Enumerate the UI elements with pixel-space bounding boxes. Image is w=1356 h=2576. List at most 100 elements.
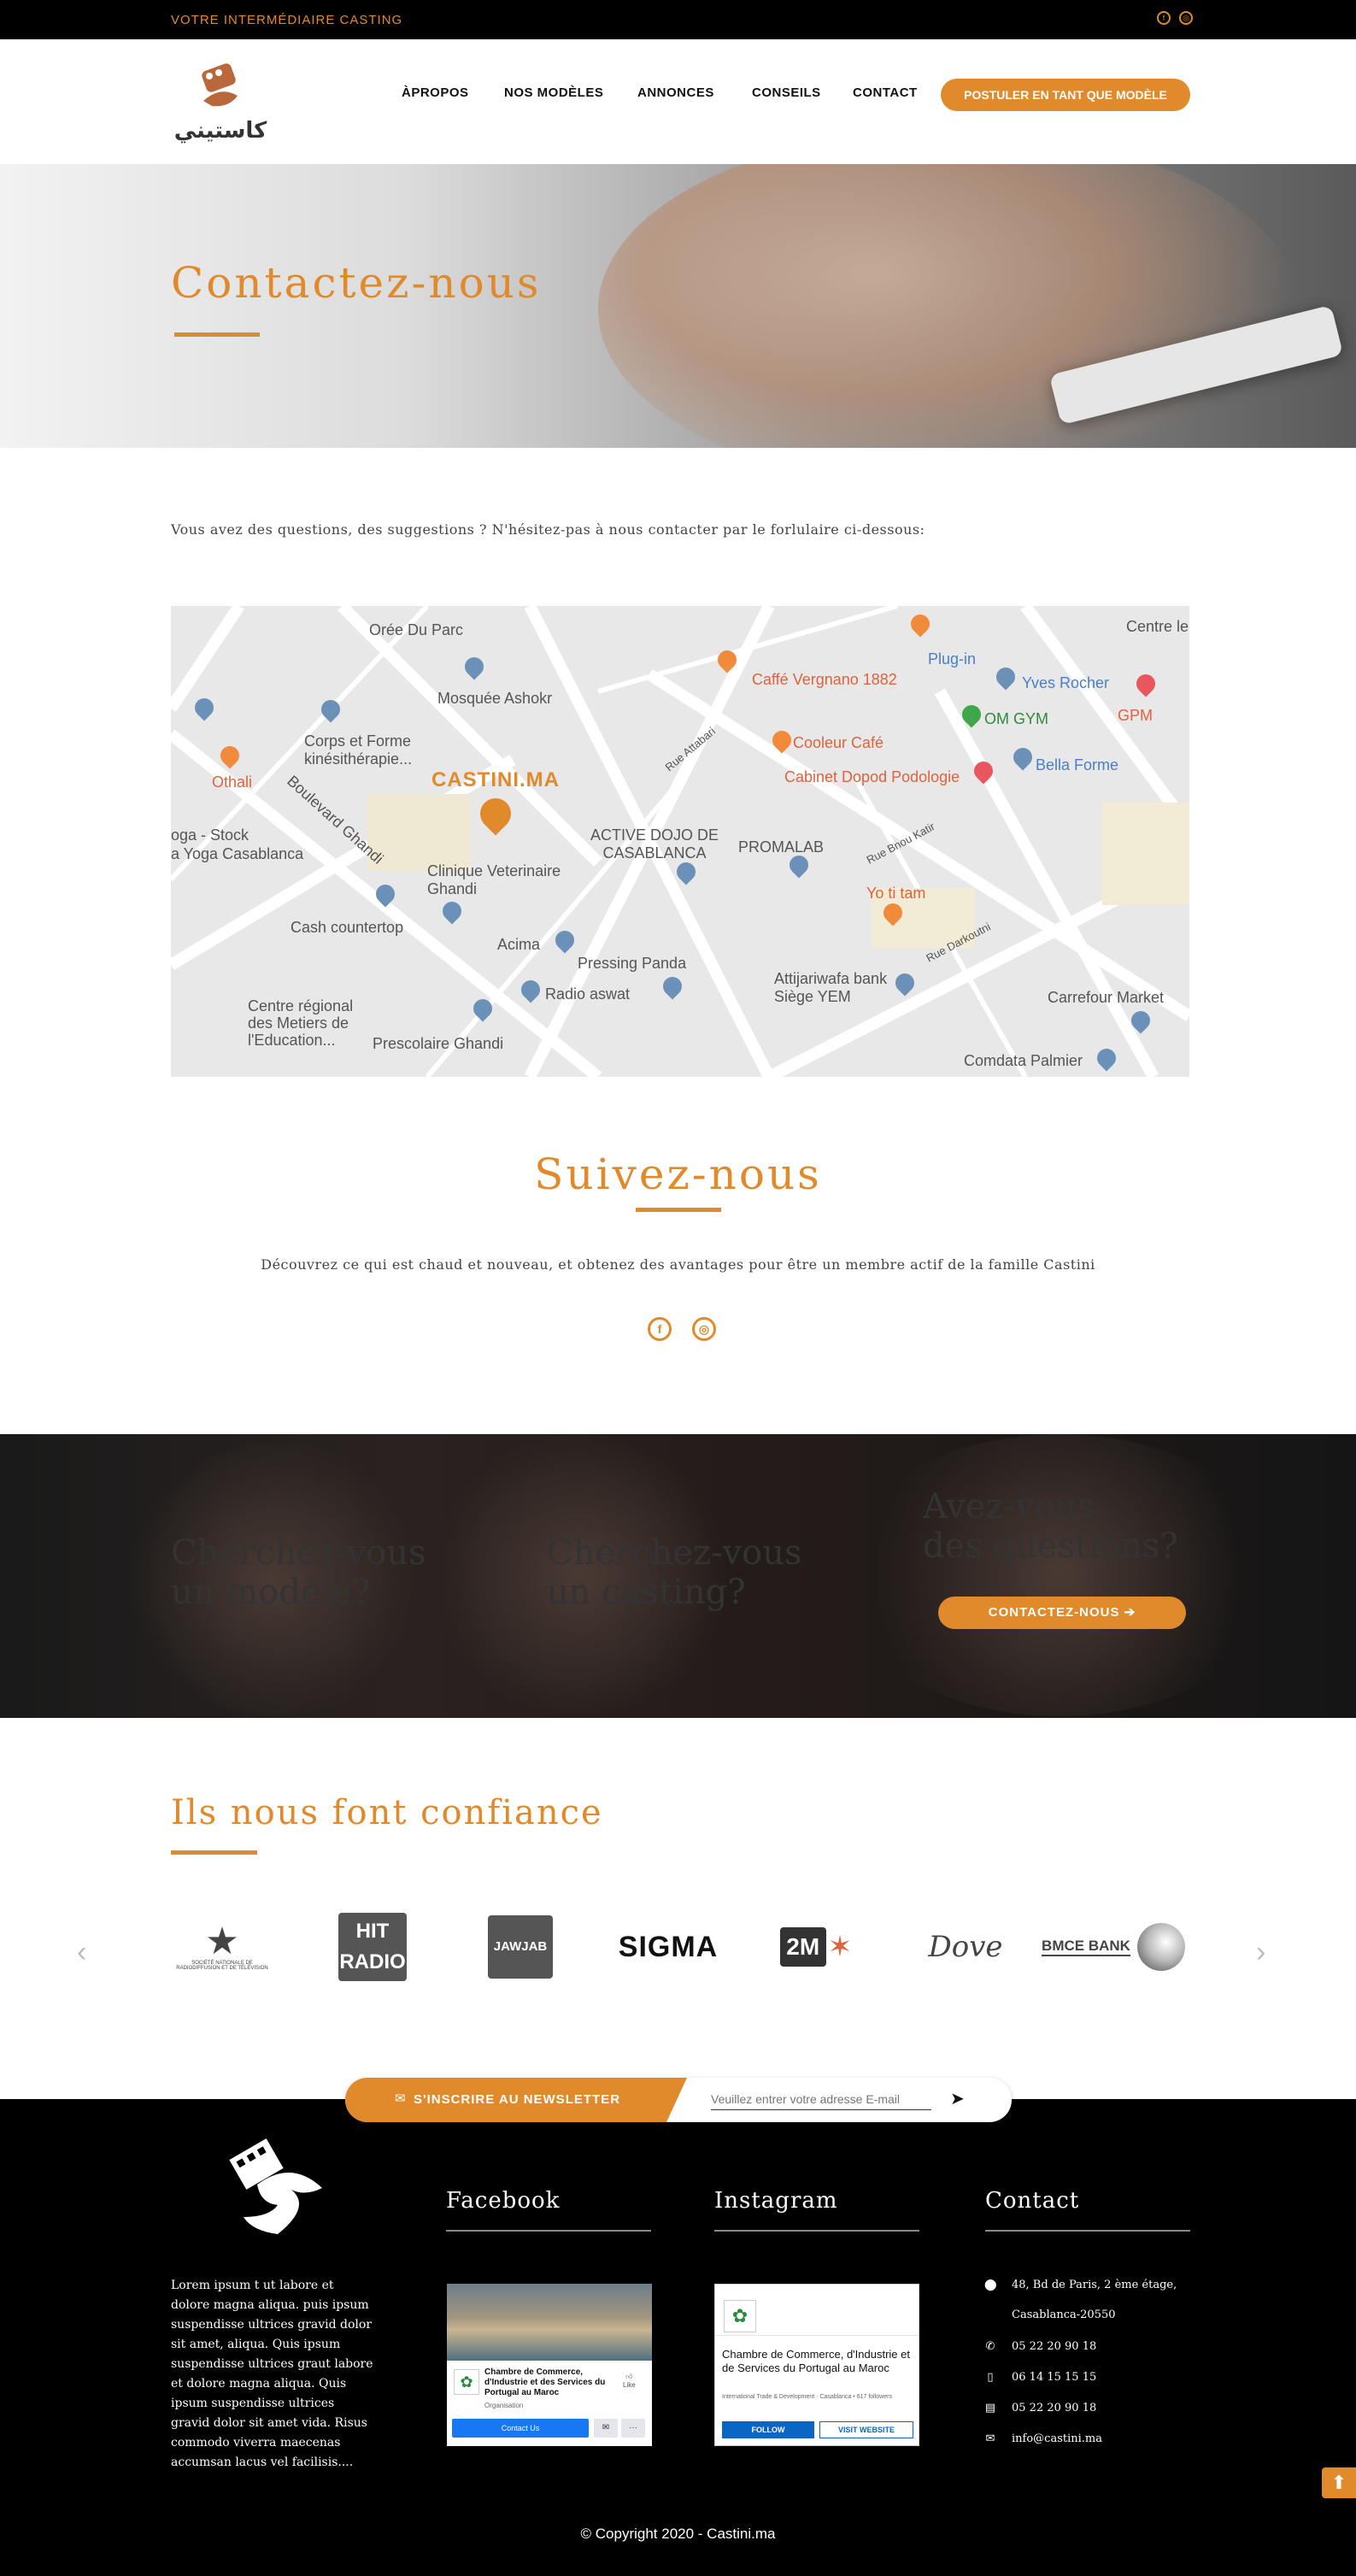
- footer-heading-instagram: Instagram: [714, 2188, 838, 2214]
- nav-apropos[interactable]: ÀPROPOS: [402, 85, 469, 100]
- newsletter-icon: ✉: [395, 2091, 406, 2106]
- jawjab-text: JAWJAB: [488, 1915, 553, 1979]
- newsletter-bar: ✉ S'INSCRIRE AU NEWSLETTER ➤: [345, 2078, 1012, 2122]
- cta-line: des questions?: [923, 1526, 1178, 1566]
- map-label: Corps et Forme kinésithérapie...: [304, 732, 413, 768]
- page-title: Contactez-nous: [171, 258, 542, 308]
- castini-logo[interactable]: كاستيني: [169, 56, 280, 150]
- footer-heading-contact: Contact: [985, 2188, 1080, 2214]
- more-icon[interactable]: ···: [621, 2419, 645, 2438]
- apply-as-model-button[interactable]: POSTULER EN TANT QUE MODÈLE: [941, 79, 1190, 111]
- cta-line: un modèle?: [171, 1573, 371, 1612]
- bmce-logo: BMCE BANK: [1032, 1913, 1195, 1981]
- back-to-top-button[interactable]: ⬆: [1322, 2467, 1356, 2498]
- map-label: Carrefour Market: [1048, 989, 1165, 1006]
- follow-button[interactable]: FOLLOW: [722, 2421, 814, 2438]
- instagram-icon[interactable]: ◎: [1179, 11, 1193, 25]
- map-label: Attijariwafa bank Siège YEM: [774, 970, 888, 1005]
- map-label: Prescolaire Ghandi: [373, 1035, 504, 1052]
- mobile-icon: ▯: [987, 2371, 994, 2384]
- hero-hand-image: [598, 164, 1299, 448]
- footer-logo: [218, 2133, 338, 2240]
- map-label: Centre régional des Metiers de l'Educati…: [248, 997, 354, 1049]
- contact-text: 06 14 15 15 15: [1012, 2371, 1097, 2384]
- 2m-text: 2M: [779, 1927, 826, 1967]
- contact-mobile[interactable]: ▯ 06 14 15 15 15: [984, 2371, 1096, 2384]
- contact-text: info@castini.ma: [1012, 2432, 1102, 2445]
- map-label: Comdata Palmier: [964, 1052, 1083, 1069]
- fax-icon: ▤: [984, 2402, 996, 2414]
- send-icon[interactable]: ➤: [950, 2088, 965, 2109]
- instagram-icon[interactable]: ◎: [692, 1317, 716, 1341]
- map-label: Clinique Veterinaire Ghandi: [427, 862, 561, 897]
- messenger-icon[interactable]: ✉: [594, 2419, 618, 2438]
- facebook-icon[interactable]: f: [648, 1317, 672, 1341]
- title-underline: [174, 332, 260, 337]
- snrt-star-icon: ★: [205, 1920, 239, 1962]
- map-label: Cabinet Dopod Podologie: [784, 768, 960, 785]
- page: VOTRE INTERMÉDIAIRE CASTING f ◎ كاستيني …: [0, 0, 1356, 2576]
- footer-logo-graphic: [229, 2138, 322, 2234]
- main-header: كاستيني ÀPROPOS NOS MODÈLES ANNONCES CON…: [0, 39, 1356, 164]
- cta-find-casting[interactable]: Cherchez-vous un casting?: [547, 1533, 825, 1612]
- location-icon: ⬤: [984, 2279, 997, 2291]
- tagline: VOTRE INTERMÉDIAIRE CASTING: [171, 13, 403, 27]
- snrt-logo: ★ SOCIÉTÉ NATIONALE DE RADIODIFFUSION ET…: [175, 1913, 269, 1981]
- facebook-like-button[interactable]: 👍︎ Like: [623, 2373, 636, 2389]
- location-map[interactable]: Orée Du Parc Mosquée Ashokr Caffé Vergna…: [171, 606, 1189, 1077]
- map-label: Pressing Panda: [578, 955, 687, 972]
- map-label: Cash countertop: [291, 919, 404, 936]
- facebook-cover-image: [447, 2284, 652, 2361]
- nav-annonces[interactable]: ANNONCES: [637, 85, 714, 100]
- facebook-contact-button[interactable]: Contact Us: [452, 2419, 589, 2438]
- trust-underline: [171, 1850, 257, 1855]
- instagram-page-name: Chambre de Commerce, d'Industrie et de S…: [722, 2348, 910, 2374]
- facebook-icon[interactable]: f: [1157, 11, 1171, 25]
- map-label: Radio aswat: [545, 985, 631, 1003]
- newsletter-label: S'INSCRIRE AU NEWSLETTER: [414, 2092, 621, 2107]
- logo-text: كاستيني: [174, 118, 267, 144]
- bmce-text: BMCE BANK: [1042, 1938, 1130, 1956]
- instagram-widget[interactable]: ✿ Chambre de Commerce, d'Industrie et de…: [714, 2284, 919, 2446]
- facebook-page-name: Chambre de Commerce, d'Industrie et des …: [484, 2367, 606, 2397]
- visit-website-button[interactable]: VISIT WEBSITE: [819, 2421, 913, 2438]
- contact-text: Casablanca-20550: [1012, 2308, 1116, 2321]
- follow-text: Découvrez ce qui est chaud et nouveau, e…: [261, 1256, 1095, 1273]
- nav-conseils[interactable]: CONSEILS: [752, 85, 821, 100]
- facebook-page-widget[interactable]: ✿ Chambre de Commerce, d'Industrie et de…: [447, 2284, 652, 2446]
- nav-nos-modeles[interactable]: NOS MODÈLES: [504, 85, 603, 100]
- facebook-page-avatar: ✿: [454, 2369, 479, 2395]
- instagram-avatar: ✿: [724, 2300, 756, 2332]
- background-face: [837, 1434, 1282, 1716]
- map-label: Yo ti tam: [866, 885, 926, 902]
- 2m-logo[interactable]: 2M ✶: [773, 1913, 859, 1981]
- carousel-prev-arrow[interactable]: ‹: [77, 1936, 86, 1969]
- contact-city: Casablanca-20550: [984, 2308, 1116, 2321]
- map-label: Cooleur Café: [793, 734, 884, 751]
- dove-text: Dove: [928, 1930, 1003, 1964]
- cta-find-model[interactable]: Cherchez-vous un modèle?: [171, 1533, 449, 1612]
- phone-icon: ✆: [985, 2340, 995, 2353]
- contact-us-button[interactable]: CONTACTEZ-NOUS ➔: [938, 1597, 1186, 1629]
- hit-radio-text: HIT RADIO: [338, 1913, 407, 1981]
- contact-phone[interactable]: ✆ 05 22 20 90 18: [984, 2340, 1097, 2353]
- hero-banner: Contactez-nous: [0, 164, 1356, 448]
- contact-text: 05 22 20 90 18: [1012, 2340, 1097, 2353]
- map-label: Bella Forme: [1036, 756, 1119, 773]
- divider: [985, 2230, 1190, 2232]
- map-label: GPM: [1118, 707, 1153, 724]
- follow-underline: [636, 1208, 721, 1212]
- sigma-text: SIGMA: [618, 1930, 719, 1963]
- mail-icon: ✉: [985, 2432, 995, 2445]
- cta-line: Cherchez-vous: [547, 1533, 802, 1573]
- dove-logo: Dove: [919, 1913, 1013, 1981]
- instagram-page-sub: International Trade & Development · Casa…: [722, 2394, 892, 2400]
- newsletter-email-input[interactable]: [711, 2088, 931, 2110]
- carousel-next-arrow[interactable]: ›: [1256, 1936, 1265, 1969]
- map-label: Orée Du Parc: [369, 621, 464, 638]
- nav-contact[interactable]: CONTACT: [853, 85, 918, 100]
- snrt-logo-text: SOCIÉTÉ NATIONALE DE RADIODIFFUSION ET D…: [176, 1961, 268, 1971]
- footer: Lorem ipsum t ut labore et dolore magna …: [0, 2099, 1356, 2576]
- contact-email[interactable]: ✉ info@castini.ma: [984, 2432, 1102, 2445]
- contact-text: 05 22 20 90 18: [1012, 2402, 1097, 2414]
